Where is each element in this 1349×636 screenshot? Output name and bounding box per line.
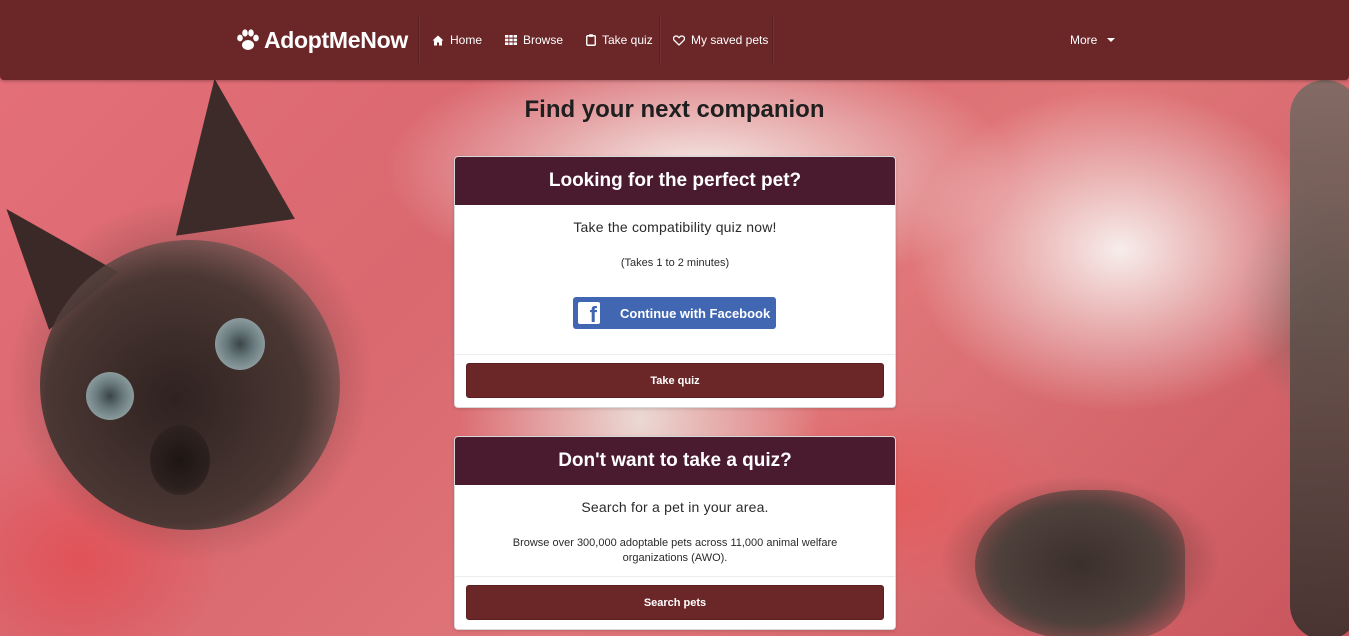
search-pets-button[interactable]: Search pets <box>466 585 884 620</box>
cat-nose-shape <box>150 425 210 495</box>
nav-link-label: Browse <box>523 33 564 47</box>
cat-paw-shape <box>975 490 1185 636</box>
nav-divider <box>418 16 419 65</box>
more-dropdown-label: More <box>1070 33 1098 47</box>
nav-divider <box>659 16 660 65</box>
nav-link-my-saved-pets[interactable]: My saved pets <box>673 30 768 50</box>
top-navbar: AdoptMeNow Home Browse Take quiz My save… <box>0 0 1349 80</box>
search-card-lead: Search for a pet in your area. <box>581 499 769 515</box>
take-quiz-button[interactable]: Take quiz <box>466 363 884 398</box>
cat-eye-shape <box>86 372 134 420</box>
home-icon <box>432 35 444 45</box>
nav-divider <box>772 16 773 65</box>
caret-down-icon <box>1107 38 1116 42</box>
page-headline: Find your next companion <box>524 96 825 123</box>
search-card: Don't want to take a quiz? Search for a … <box>454 436 896 630</box>
brand-logo-link[interactable]: AdoptMeNow <box>236 26 408 54</box>
paw-icon <box>237 29 259 50</box>
quiz-card-header: Looking for the perfect pet? <box>455 157 895 205</box>
cat-eye-shape <box>215 318 265 370</box>
search-card-header: Don't want to take a quiz? <box>455 437 895 485</box>
nav-link-take-quiz[interactable]: Take quiz <box>586 30 653 50</box>
quiz-card-lead: Take the compatibility quiz now! <box>573 219 777 235</box>
search-card-description: Browse over 300,000 adoptable pets acros… <box>512 537 838 564</box>
nav-link-home[interactable]: Home <box>432 30 482 50</box>
quiz-card: Looking for the perfect pet? Take the co… <box>454 156 896 408</box>
nav-link-label: Take quiz <box>602 33 653 47</box>
quiz-card-duration-note: (Takes 1 to 2 minutes) <box>620 257 730 269</box>
nav-link-label: Home <box>450 33 483 47</box>
nav-link-browse[interactable]: Browse <box>505 30 563 50</box>
nav-link-label: My saved pets <box>691 33 769 47</box>
more-dropdown-toggle[interactable]: More <box>1070 30 1116 50</box>
grid-icon <box>505 35 517 45</box>
cat-tail-shape <box>1290 80 1349 636</box>
heart-icon <box>673 34 685 46</box>
facebook-icon: f <box>578 302 600 326</box>
search-card-footer: Search pets <box>455 576 895 629</box>
continue-with-facebook-button[interactable]: f Continue with Facebook <box>573 297 776 329</box>
brand-name: AdoptMeNow <box>264 26 408 53</box>
quiz-card-footer: Take quiz <box>455 354 895 407</box>
clipboard-icon <box>586 34 596 46</box>
facebook-button-label: Continue with Facebook <box>620 305 771 321</box>
